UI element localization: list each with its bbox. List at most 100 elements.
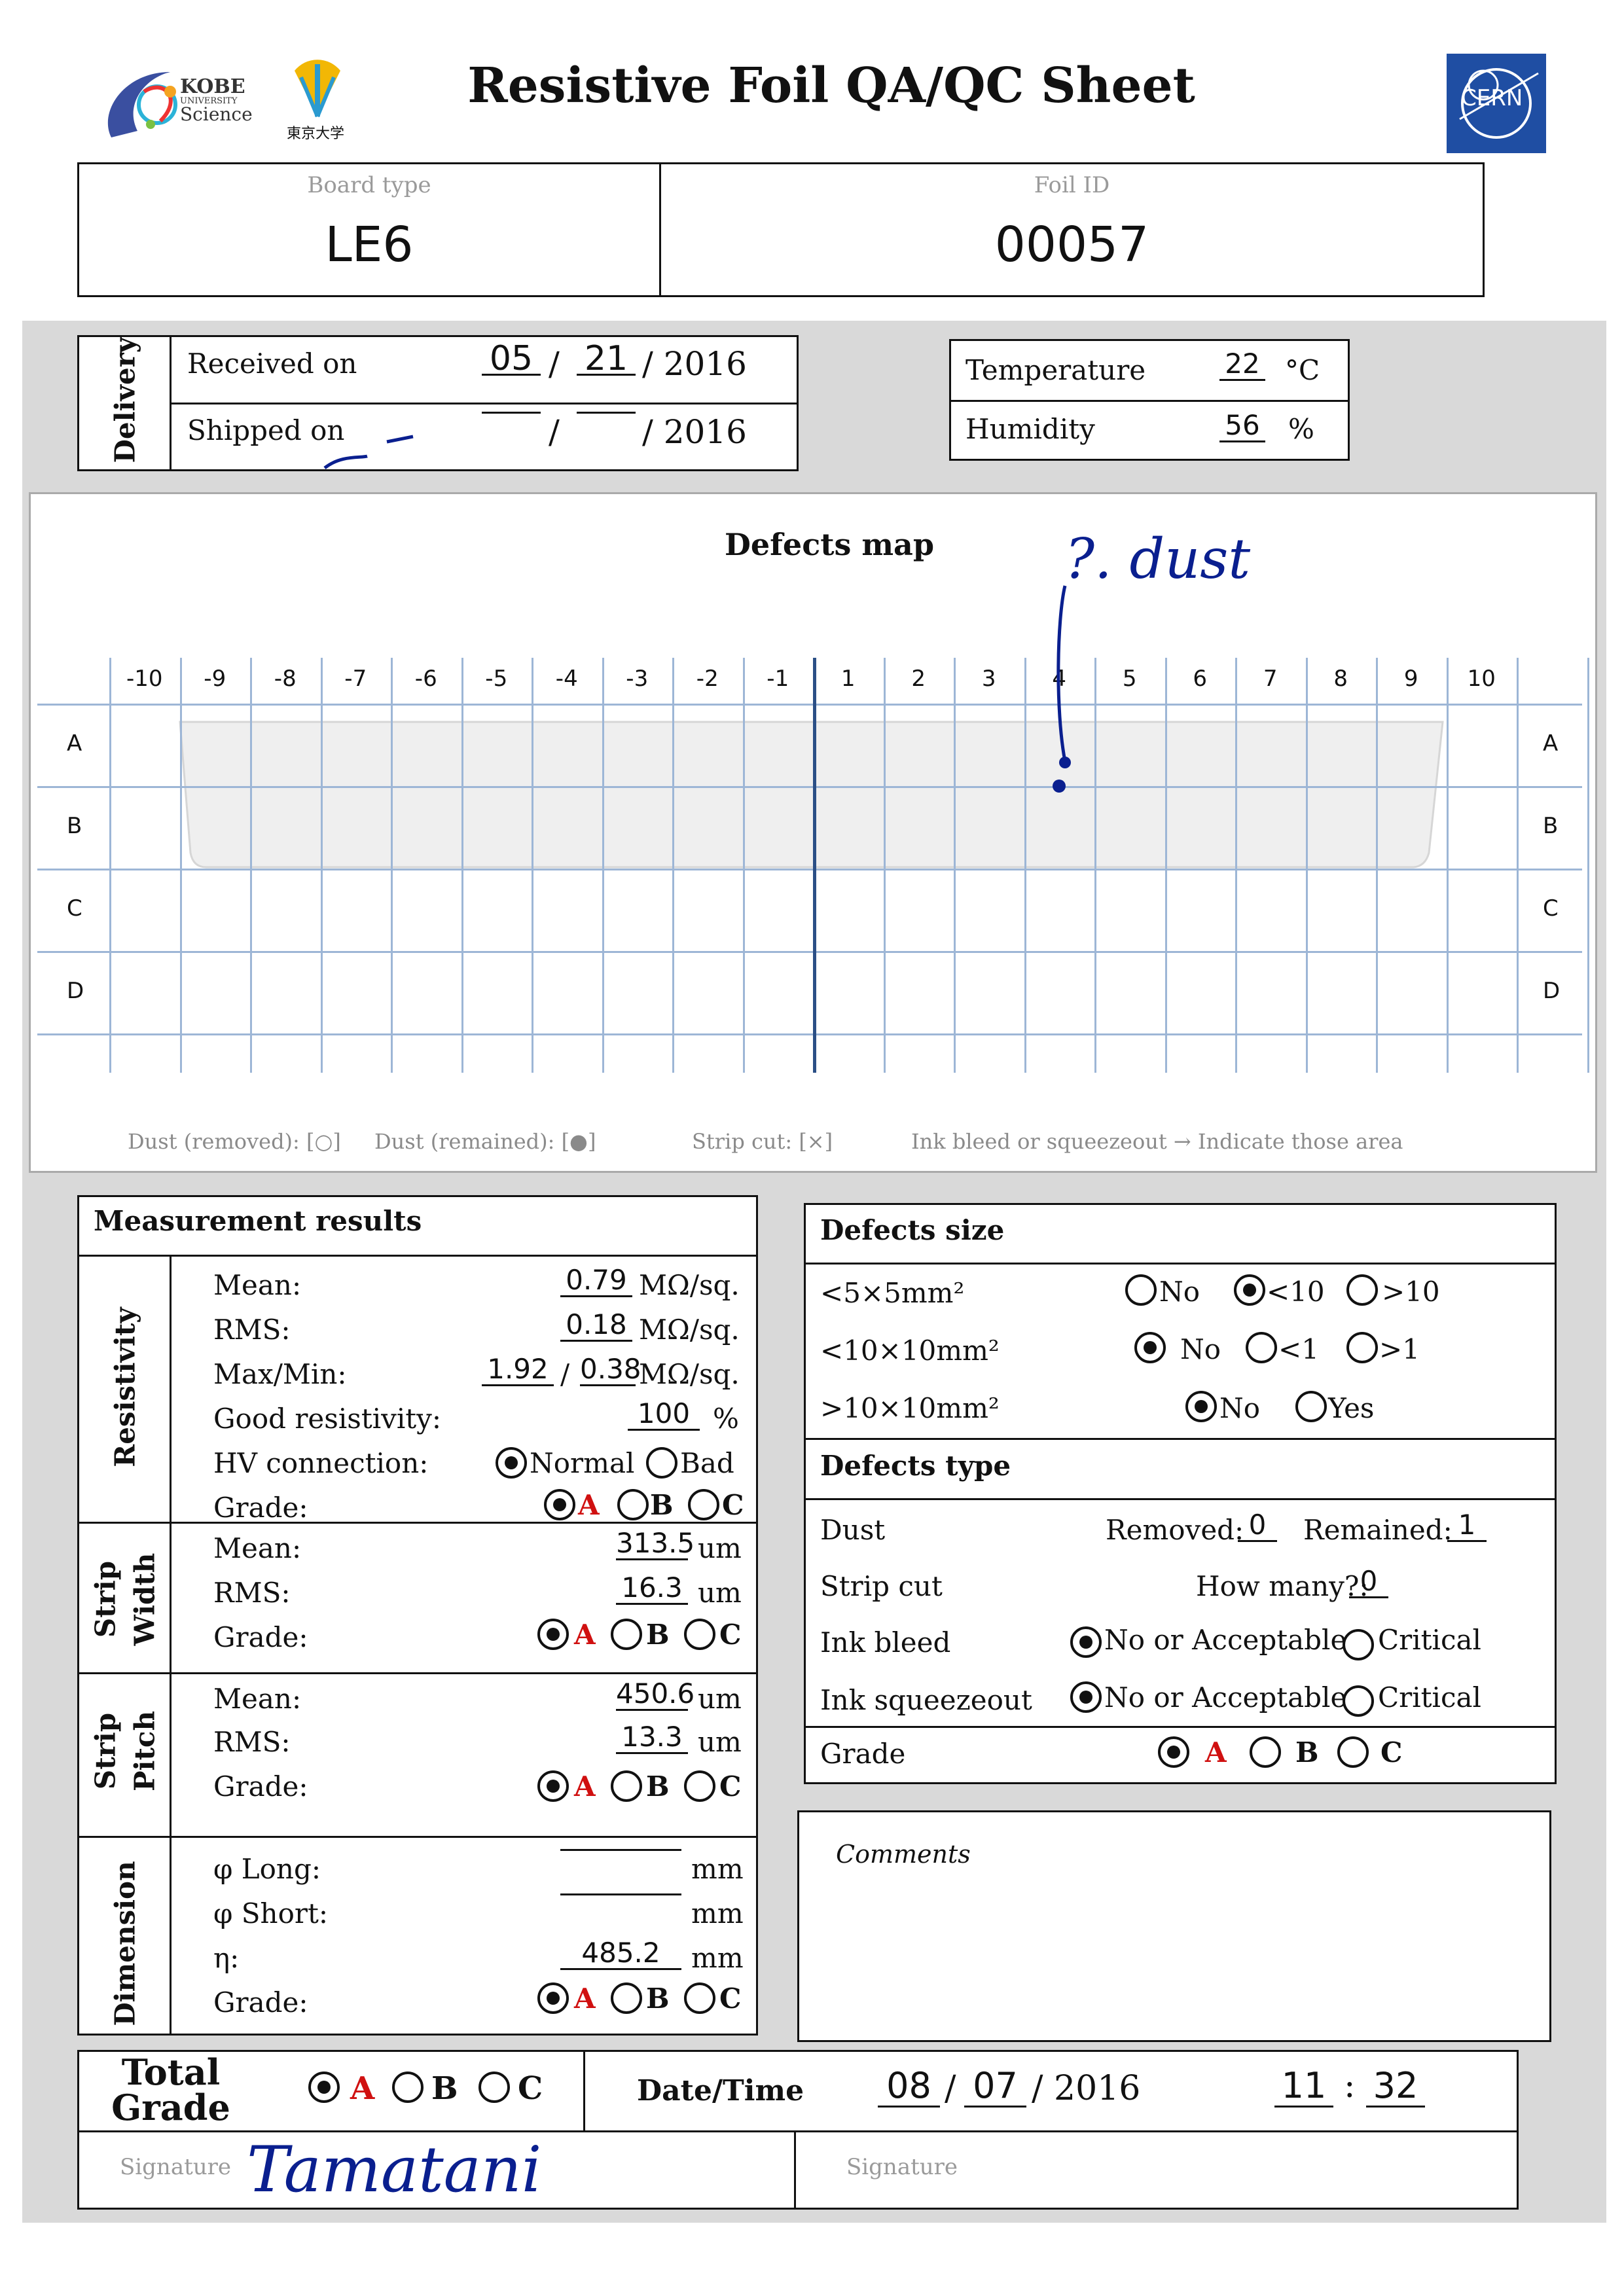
map-col-label: 3: [981, 666, 996, 692]
defects-grade-c-radio[interactable]: [1337, 1736, 1369, 1768]
shipped-slash: /: [549, 413, 560, 451]
temperature-value[interactable]: 22: [1219, 349, 1265, 381]
dust-removed-value[interactable]: 0: [1238, 1510, 1277, 1542]
dimension-grade-a-radio[interactable]: [537, 1982, 569, 2014]
total-label-line1: Total: [121, 2051, 221, 2093]
size-row3-no-label: No: [1219, 1392, 1261, 1424]
grid-col-line: [672, 658, 674, 1073]
ink-bleed-label: Ink bleed: [820, 1626, 951, 1659]
map-row-label-right: A: [1543, 730, 1559, 757]
total-grade-b-radio[interactable]: [392, 2072, 424, 2103]
ink-bleed-acceptable-radio[interactable]: [1070, 1626, 1102, 1658]
total-grade-c-label: C: [518, 2070, 543, 2107]
defects-grade-c-label: C: [1380, 1736, 1403, 1768]
size-row2-gt1-radio[interactable]: [1346, 1332, 1378, 1363]
strip-pitch-grade-a-radio[interactable]: [537, 1770, 569, 1802]
phi-long-value[interactable]: [560, 1849, 681, 1851]
resistivity-grade-b-radio[interactable]: [617, 1489, 649, 1520]
ink-bleed-critical-radio[interactable]: [1343, 1629, 1374, 1660]
resistivity-grade-c-radio[interactable]: [688, 1489, 719, 1520]
eta-value[interactable]: 485.2: [560, 1938, 681, 1970]
board-type-value[interactable]: LE6: [79, 217, 659, 273]
size-row2-gt1-label: >1: [1379, 1333, 1420, 1365]
size-row1-gt10-radio[interactable]: [1346, 1274, 1378, 1306]
ink-squeezeout-label: Ink squeezeout: [820, 1684, 1032, 1716]
hv-bad-radio[interactable]: [646, 1447, 677, 1479]
date-day[interactable]: 07: [964, 2066, 1026, 2108]
ink-bleed-acceptable-label: No or Acceptable: [1104, 1624, 1347, 1656]
size-row1-lt10-radio[interactable]: [1234, 1274, 1265, 1306]
comments-box[interactable]: Comments: [797, 1810, 1551, 2042]
strip-width-grade-b-radio[interactable]: [611, 1619, 642, 1650]
foil-id-value[interactable]: 00057: [661, 217, 1483, 273]
map-row-label-left: D: [67, 978, 84, 1004]
defects-map: Defects map -10 -9 -8 -7 -6 -5 -4 -3 -2 -1 1 2 3 4 5 6 7…: [29, 492, 1597, 1173]
phi-short-label: φ Short:: [213, 1897, 328, 1929]
dimension-grade-b-radio[interactable]: [611, 1982, 642, 2014]
strip-width-rms-value[interactable]: 16.3: [616, 1573, 688, 1605]
defects-grade-b-radio[interactable]: [1250, 1736, 1281, 1768]
grid-col-line: [1235, 658, 1237, 1073]
date-month[interactable]: 08: [878, 2066, 940, 2108]
defects-grade-a-radio[interactable]: [1158, 1736, 1189, 1768]
strip-cut-how-many-value[interactable]: 0: [1349, 1566, 1388, 1598]
size-row3-yes-radio[interactable]: [1295, 1391, 1327, 1422]
good-resistivity-value[interactable]: 100: [628, 1399, 700, 1431]
strip-pitch-grade-b-radio[interactable]: [611, 1770, 642, 1802]
tokyo-logo-text: 東京大学: [287, 126, 345, 142]
size-row1-lt10-label: <10: [1267, 1276, 1325, 1308]
dimension-grade-c-radio[interactable]: [684, 1982, 715, 2014]
time-minute[interactable]: 32: [1366, 2066, 1425, 2108]
strip-width-grade-c-radio[interactable]: [684, 1619, 715, 1650]
dimension-grade-c-label: C: [719, 1982, 742, 2015]
grid-col-line: [320, 658, 323, 1073]
shipped-month[interactable]: [482, 412, 541, 414]
grid-row-line: [37, 869, 1582, 870]
strip-width-grade-a-radio[interactable]: [537, 1619, 569, 1650]
strip-pitch-rms-value[interactable]: 13.3: [616, 1722, 688, 1754]
grid-row-line: [37, 704, 1582, 706]
humidity-value[interactable]: 56: [1219, 410, 1265, 442]
resistivity-max-value[interactable]: 1.92: [482, 1354, 554, 1386]
phi-short-value[interactable]: [560, 1893, 681, 1895]
strip-width-mean-value[interactable]: 313.5: [616, 1528, 695, 1560]
map-row-label-right: B: [1543, 813, 1559, 839]
grid-col-line: [532, 658, 533, 1073]
environment-box: Temperature 22 °C Humidity 56 %: [949, 339, 1350, 461]
received-year: / 2016: [642, 345, 747, 383]
size-row2-no-radio[interactable]: [1134, 1332, 1166, 1363]
shipped-day[interactable]: [577, 412, 636, 414]
received-month[interactable]: 05: [482, 342, 541, 376]
grid-col-line: [1024, 658, 1026, 1073]
resistivity-rms-value[interactable]: 0.18: [560, 1310, 632, 1342]
ink-squeezeout-critical-radio[interactable]: [1343, 1685, 1374, 1717]
resistivity-mean-value[interactable]: 0.79: [560, 1265, 632, 1297]
comments-text[interactable]: [836, 1884, 1517, 2015]
dust-remained-value[interactable]: 1: [1447, 1510, 1487, 1542]
size-row3-no-radio[interactable]: [1185, 1391, 1217, 1422]
tokyo-logo: 東京大学: [281, 51, 353, 149]
measurement-title: Measurement results: [94, 1205, 422, 1237]
signature-value-1[interactable]: Tamatani: [247, 2133, 541, 2206]
defects-type-title: Defects type: [820, 1450, 1011, 1482]
hv-normal-radio[interactable]: [496, 1447, 527, 1479]
strip-pitch-rms-label: RMS:: [213, 1726, 291, 1758]
defects-grade-b-label: B: [1295, 1736, 1319, 1768]
size-row2-lt1-radio[interactable]: [1246, 1332, 1277, 1363]
received-day[interactable]: 21: [577, 342, 636, 376]
total-grade-a-radio[interactable]: [308, 2072, 340, 2103]
strip-pitch-grade-c-radio[interactable]: [684, 1770, 715, 1802]
measurement-box: Measurement results Resistivity Mean: 0.…: [77, 1195, 758, 2036]
strip-width-mean-unit: um: [698, 1532, 742, 1564]
strip-pitch-mean-value[interactable]: 450.6: [616, 1679, 695, 1711]
resistivity-grade-a-radio[interactable]: [544, 1489, 575, 1520]
time-hour[interactable]: 11: [1274, 2066, 1333, 2108]
total-grade-label: Total Grade: [105, 2054, 236, 2125]
resistivity-grade-c-label: C: [722, 1489, 744, 1521]
strip-width-grade-b-label: B: [646, 1619, 670, 1651]
size-row1-no-radio[interactable]: [1125, 1274, 1157, 1306]
strip-width-rms-label: RMS:: [213, 1577, 291, 1609]
resistivity-min-value[interactable]: 0.38: [580, 1354, 641, 1386]
total-grade-c-radio[interactable]: [478, 2072, 510, 2103]
ink-squeezeout-acceptable-radio[interactable]: [1070, 1681, 1102, 1713]
